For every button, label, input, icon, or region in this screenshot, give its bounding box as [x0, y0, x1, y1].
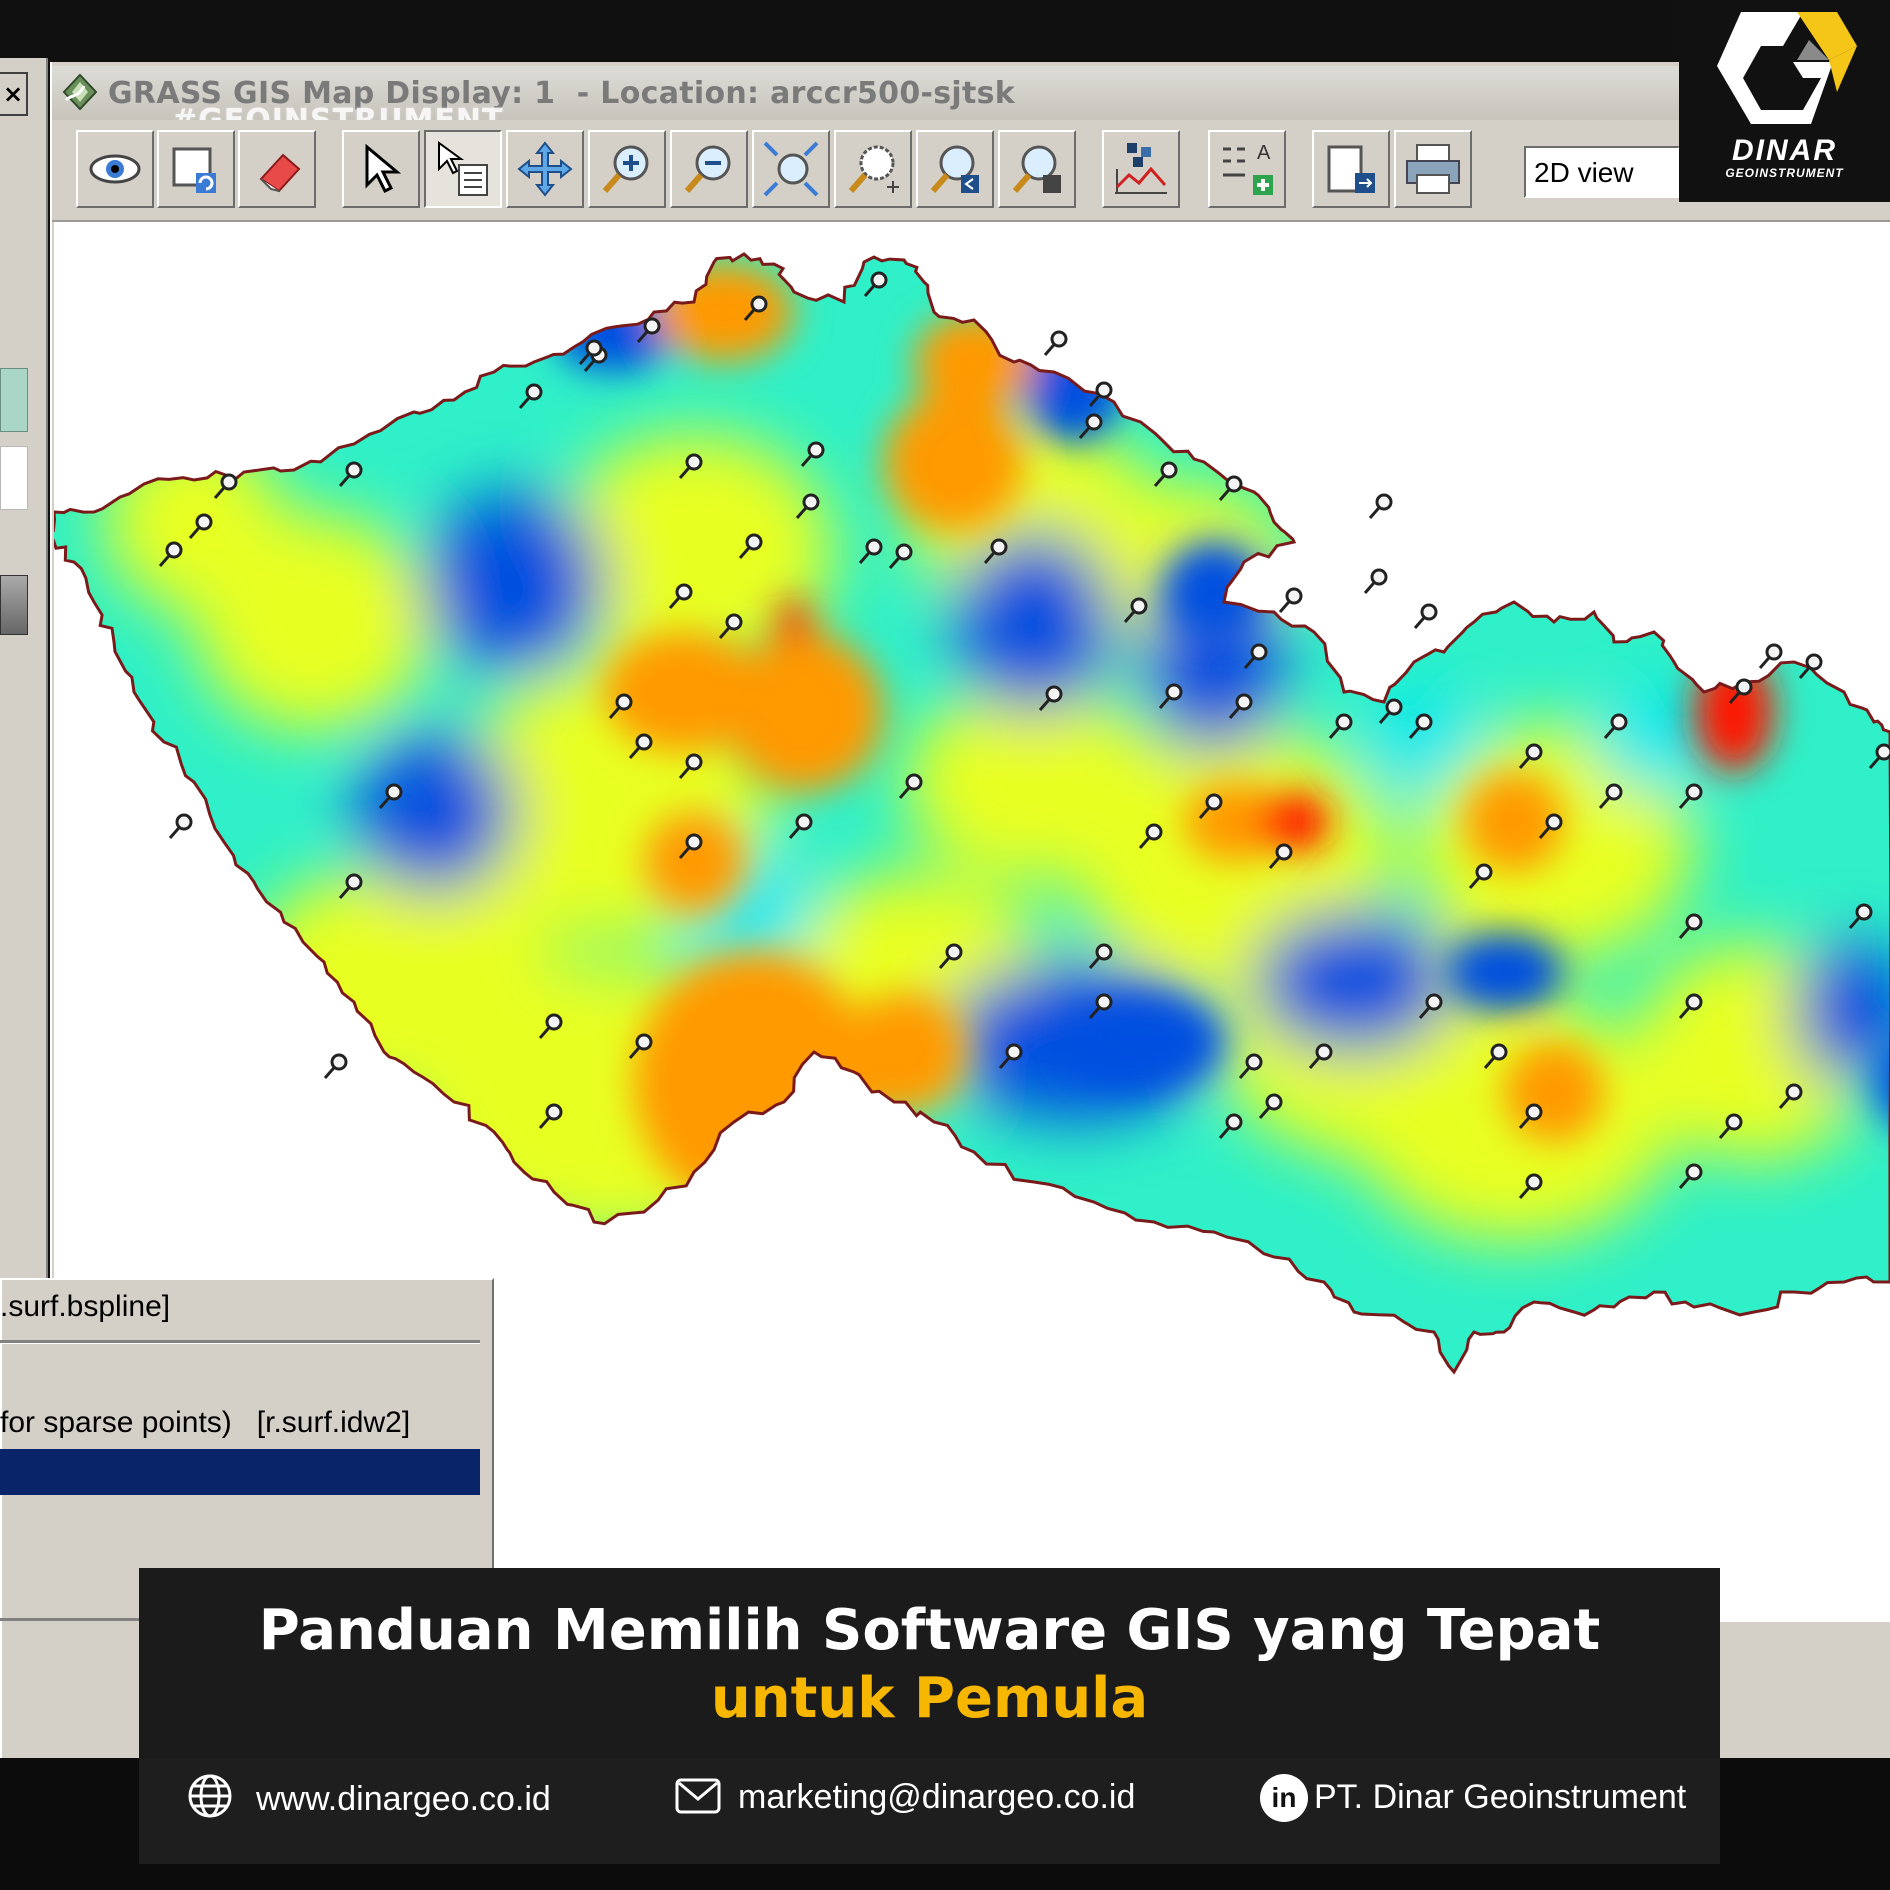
zoom-box-button[interactable]: [834, 130, 912, 208]
view-mode-select[interactable]: 2D view: [1524, 146, 1680, 198]
scrollbar-thumb[interactable]: [0, 575, 28, 635]
close-button[interactable]: ×: [0, 72, 28, 116]
display-map-button[interactable]: [76, 130, 154, 208]
zoom-menu-button[interactable]: [998, 130, 1076, 208]
raster-value-region: [884, 392, 1024, 532]
raster-value-region: [424, 492, 604, 672]
layer-row[interactable]: [0, 446, 28, 510]
email-icon: [675, 1778, 721, 1814]
top-band: [0, 0, 1890, 58]
linkedin-link[interactable]: PT. Dinar Geoinstrument: [1314, 1778, 1686, 1817]
brand-subtitle: GEOINSTRUMENT: [1725, 166, 1844, 180]
raster-value-region: [1694, 652, 1774, 772]
raster-value-region: [104, 432, 284, 612]
module-item-idw2[interactable]: for sparse points) [r.surf.idw2]: [0, 1406, 410, 1440]
arrow-pointer-icon: [365, 143, 402, 194]
sample-point-marker[interactable]: [323, 1053, 348, 1079]
module-item-bspline[interactable]: .surf.bspline]: [0, 1290, 170, 1324]
pointer-button[interactable]: [342, 130, 420, 208]
zoom-back-button[interactable]: [916, 130, 994, 208]
sample-point-marker[interactable]: [1043, 330, 1068, 356]
zoom-options-icon: [1012, 145, 1061, 193]
brand-name: DINAR: [1732, 134, 1837, 167]
query-button[interactable]: [424, 130, 502, 208]
raster-value-region: [1254, 912, 1454, 1052]
raster-value-region: [644, 812, 744, 912]
raster-value-region: [774, 602, 814, 642]
query-icon: [438, 141, 488, 196]
zoom-region-button[interactable]: [752, 130, 830, 208]
website-link[interactable]: www.dinargeo.co.id: [256, 1780, 551, 1819]
redraw-button[interactable]: [157, 130, 235, 208]
zoom-out-icon: [684, 145, 731, 193]
save-image-icon: [1327, 145, 1375, 193]
raster-value-region: [1164, 542, 1264, 642]
module-item-selected[interactable]: [0, 1449, 480, 1495]
headline-line-2: untuk Pemula: [710, 1666, 1149, 1731]
overlay-decorations-button[interactable]: A: [1208, 130, 1286, 208]
raster-value-region: [1258, 792, 1330, 852]
zoom-back-icon: [930, 145, 979, 193]
zoom-out-button[interactable]: [670, 130, 748, 208]
eraser-icon: [259, 153, 301, 193]
linkedin-icon: in: [1260, 1774, 1308, 1822]
pan-icon: [517, 141, 573, 197]
zoom-box-icon: [848, 145, 899, 193]
zoom-in-button[interactable]: [588, 130, 666, 208]
svg-text:A: A: [1257, 142, 1271, 164]
save-display-button[interactable]: [1312, 130, 1390, 208]
email-link[interactable]: marketing@dinargeo.co.id: [738, 1778, 1135, 1817]
dinar-logo-icon: [1717, 12, 1857, 124]
redraw-icon: [172, 147, 216, 193]
sample-point-marker[interactable]: [1413, 603, 1438, 629]
pan-button[interactable]: [506, 130, 584, 208]
zoom-in-icon: [602, 145, 649, 193]
raster-value-region: [634, 952, 874, 1212]
raster-value-region: [1064, 992, 1224, 1092]
divider: [0, 1340, 480, 1344]
raster-value-region: [844, 992, 964, 1112]
legend-overlay-icon: A: [1223, 142, 1273, 195]
eye-icon: [89, 154, 141, 184]
globe-icon: [188, 1774, 232, 1818]
analyze-button[interactable]: [1102, 130, 1180, 208]
erase-display-button[interactable]: [238, 130, 316, 208]
layer-tab[interactable]: [0, 368, 28, 432]
sample-point-marker[interactable]: [168, 813, 193, 839]
raster-value-region: [654, 262, 794, 362]
raster-value-region: [954, 532, 1114, 712]
headline-banner: [139, 1568, 1720, 1760]
headline-line-1: Panduan Memilih Software GIS yang Tepat: [258, 1598, 1601, 1663]
sample-point-marker[interactable]: [1368, 493, 1393, 519]
raster-value-region: [1364, 692, 1484, 792]
sample-point-marker[interactable]: [1363, 568, 1388, 594]
zoom-extent-icon: [763, 141, 819, 197]
grass-gis-icon: [62, 73, 98, 111]
raster-value-region: [1444, 932, 1564, 1012]
raster-value-region: [724, 632, 884, 792]
analyze-chart-icon: [1115, 143, 1167, 194]
print-button[interactable]: [1394, 130, 1472, 208]
raster-value-region: [354, 732, 514, 892]
sample-point-marker[interactable]: [1278, 587, 1303, 613]
printer-icon: [1406, 144, 1460, 194]
